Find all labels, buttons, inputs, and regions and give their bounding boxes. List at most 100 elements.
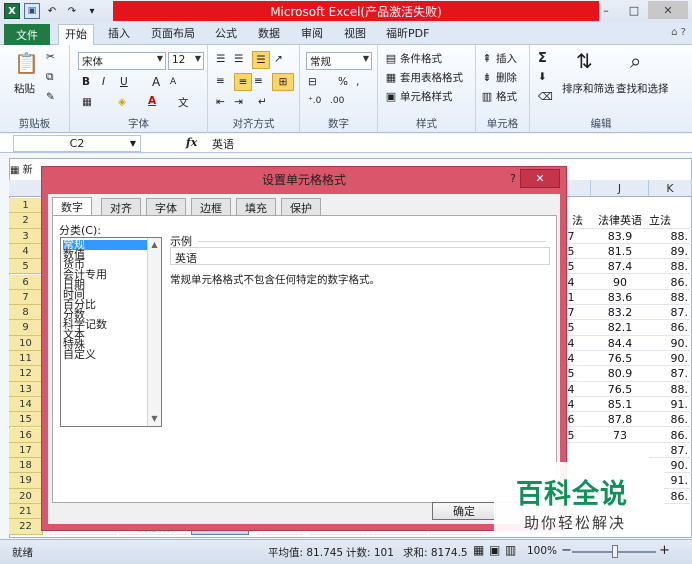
row-header[interactable]: 21: [9, 504, 43, 520]
category-item[interactable]: 自定义: [63, 349, 147, 360]
cell[interactable]: 76.5: [591, 382, 649, 397]
cell[interactable]: 85.1: [591, 397, 649, 413]
cell[interactable]: 83.9: [591, 229, 649, 244]
align-middle-icon[interactable]: ☰: [234, 53, 243, 65]
tab-data[interactable]: 数据: [258, 26, 280, 44]
row-header[interactable]: 11: [9, 351, 43, 367]
cell[interactable]: 88.: [649, 229, 692, 244]
normal-view-icon[interactable]: ▦: [473, 543, 484, 557]
select-all-corner[interactable]: [9, 180, 43, 197]
paste-button[interactable]: 粘贴: [14, 81, 35, 96]
tab-home[interactable]: 开始: [58, 24, 94, 46]
cell[interactable]: .5: [564, 244, 591, 260]
cell[interactable]: .4: [564, 397, 591, 413]
row-header[interactable]: 17: [9, 442, 43, 459]
align-top-icon[interactable]: ☰: [216, 53, 225, 65]
help-icon[interactable]: ⌂ ?: [671, 27, 686, 38]
row-header[interactable]: 5: [9, 259, 43, 275]
row-header[interactable]: 19: [9, 473, 43, 489]
paste-icon[interactable]: 📋: [14, 51, 39, 75]
row-header[interactable]: 16: [9, 427, 43, 443]
tab-formulas[interactable]: 公式: [215, 26, 237, 44]
cell[interactable]: 81.5: [591, 244, 649, 260]
format-as-table-button[interactable]: ▦ 套用表格格式: [384, 70, 463, 85]
clear-icon[interactable]: ⌫: [538, 91, 553, 103]
minimize-button[interactable]: –: [592, 1, 620, 19]
cell[interactable]: 88.: [649, 259, 692, 275]
category-list[interactable]: 常规 数值 货币 会计专用 日期 时间 百分比 分数 科学记数 文本 特殊 自定义 ▲ ▼: [60, 237, 162, 427]
row-header[interactable]: 2: [9, 213, 43, 229]
cell[interactable]: 89.: [649, 244, 692, 260]
grow-font-button[interactable]: A: [152, 75, 160, 89]
cell[interactable]: .4: [564, 351, 591, 367]
undo-icon[interactable]: ↶: [44, 3, 60, 19]
zoom-out-button[interactable]: −: [561, 543, 572, 558]
cell[interactable]: .4: [564, 336, 591, 351]
column-header-K[interactable]: K: [649, 180, 692, 197]
align-bottom-icon[interactable]: ☰: [252, 51, 270, 69]
category-scrollbar[interactable]: ▲ ▼: [147, 238, 161, 426]
row-header[interactable]: 15: [9, 412, 43, 428]
page-layout-view-icon[interactable]: ▣: [489, 543, 500, 557]
insert-function-button[interactable]: fx: [186, 136, 197, 149]
row-header[interactable]: 20: [9, 488, 43, 504]
cell[interactable]: 86.: [649, 320, 692, 336]
cell[interactable]: 87.8: [591, 412, 649, 428]
formula-input[interactable]: 英语: [212, 136, 234, 152]
orientation-icon[interactable]: ↗: [274, 53, 283, 65]
cell[interactable]: .4: [564, 382, 591, 397]
align-left-icon[interactable]: ≡: [216, 75, 225, 87]
comma-button[interactable]: ,: [356, 76, 359, 88]
dialog-close-button[interactable]: ✕: [520, 169, 560, 188]
conditional-format-button[interactable]: ▤ 条件格式: [384, 51, 442, 66]
find-select-button[interactable]: 查找和选择: [616, 81, 669, 96]
row-header[interactable]: 4: [9, 243, 43, 260]
page-break-view-icon[interactable]: ▥: [505, 543, 516, 557]
cell[interactable]: 法: [564, 213, 591, 229]
cell[interactable]: .5: [564, 259, 591, 275]
save-icon[interactable]: ▣: [24, 3, 40, 19]
zoom-in-button[interactable]: +: [659, 543, 670, 558]
cell[interactable]: 87.: [649, 443, 692, 459]
tab-border[interactable]: 边框: [191, 198, 231, 215]
borders-icon[interactable]: ▦: [82, 96, 92, 108]
bold-button[interactable]: B: [82, 76, 90, 88]
cut-icon[interactable]: ✂: [46, 51, 55, 63]
redo-icon[interactable]: ↷: [64, 3, 80, 19]
dialog-help-button[interactable]: ?: [510, 172, 516, 185]
cell[interactable]: .1: [564, 290, 591, 306]
merge-center-icon[interactable]: ⊞: [272, 73, 294, 91]
tab-foxit-pdf[interactable]: 福昕PDF: [386, 26, 429, 44]
sort-filter-button[interactable]: 排序和筛选: [562, 81, 615, 96]
customize-qat-icon[interactable]: ▾: [84, 3, 100, 19]
cell[interactable]: 立法: [649, 213, 692, 229]
cell[interactable]: 91.: [649, 397, 692, 413]
cell[interactable]: 83.2: [591, 305, 649, 321]
tab-protection[interactable]: 保护: [281, 198, 321, 215]
cell[interactable]: 84.4: [591, 336, 649, 351]
zoom-level[interactable]: 100%: [527, 545, 557, 557]
row-header[interactable]: 3: [9, 228, 43, 244]
tab-insert[interactable]: 插入: [108, 26, 130, 44]
tab-file[interactable]: 文件: [4, 24, 50, 45]
copy-icon[interactable]: ⧉: [46, 71, 54, 84]
cell[interactable]: 87.: [649, 366, 692, 382]
row-header[interactable]: 7: [9, 289, 43, 306]
decrease-indent-icon[interactable]: ⇤: [216, 96, 225, 108]
cell[interactable]: 90.: [649, 336, 692, 351]
tab-review[interactable]: 审阅: [301, 26, 323, 44]
italic-button[interactable]: I: [102, 76, 105, 88]
cell[interactable]: .4: [564, 275, 591, 290]
cell[interactable]: 88.: [649, 382, 692, 397]
cell[interactable]: 80.9: [591, 366, 649, 382]
cell[interactable]: .5: [564, 366, 591, 382]
insert-cells-button[interactable]: ⇞ 插入: [480, 51, 517, 66]
wrap-text-icon[interactable]: ↵: [258, 96, 267, 108]
cell[interactable]: .5: [564, 428, 591, 443]
close-button[interactable]: ✕: [648, 1, 688, 19]
percent-button[interactable]: %: [338, 76, 348, 88]
row-header[interactable]: 6: [9, 274, 43, 290]
increase-indent-icon[interactable]: ⇥: [234, 96, 243, 108]
autosum-button[interactable]: Σ: [538, 51, 547, 66]
tab-page-layout[interactable]: 页面布局: [151, 26, 195, 44]
